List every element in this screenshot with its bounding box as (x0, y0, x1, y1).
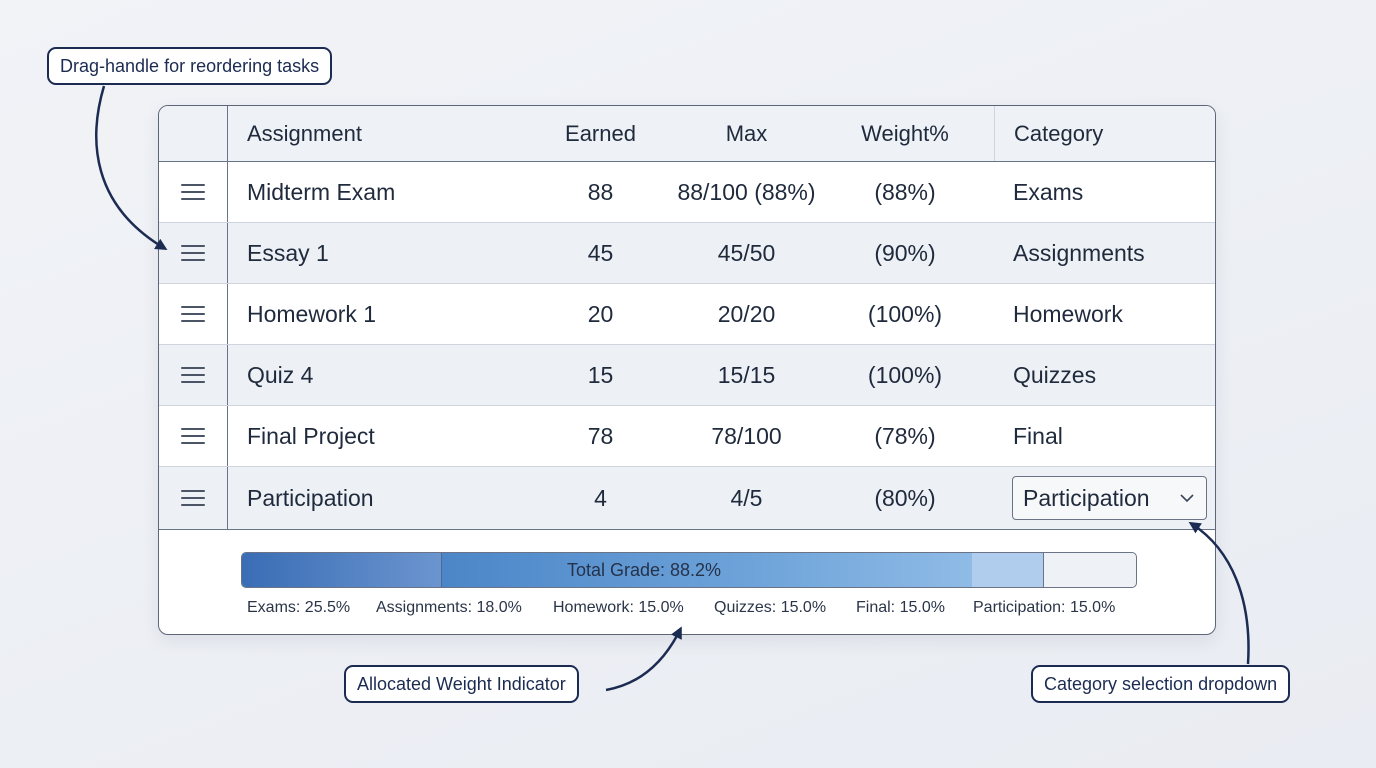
assignment-name[interactable]: Homework 1 (247, 301, 376, 327)
table-row[interactable]: Quiz 4 15 15/15 (100%) Quizzes (159, 345, 1215, 406)
header-max[interactable]: Max (726, 121, 768, 146)
callout-drag-handle: Drag-handle for reordering tasks (47, 47, 333, 85)
header-weight[interactable]: Weight% (861, 121, 949, 146)
category-dropdown[interactable]: Participation (1012, 476, 1207, 520)
max-value[interactable]: 78/100 (711, 423, 781, 449)
max-value[interactable]: 20/20 (718, 301, 776, 327)
hamburger-icon[interactable] (181, 490, 205, 506)
legend-item-participation: Participation: 15.0% (973, 599, 1116, 616)
max-value[interactable]: 15/15 (718, 362, 776, 388)
total-grade-label: Total Grade: 88.2% (566, 559, 722, 580)
weight-value: (78%) (874, 422, 936, 449)
arrow-drag-handle (95, 85, 168, 251)
earned-value[interactable]: 15 (588, 362, 614, 388)
hamburger-icon[interactable] (181, 367, 205, 383)
earned-value[interactable]: 78 (588, 423, 614, 449)
hamburger-icon[interactable] (181, 306, 205, 322)
allocated-weight-bar: Total Grade: 88.2% (241, 552, 1137, 588)
category-value[interactable]: Exams (1013, 179, 1083, 206)
weight-value: (100%) (867, 300, 943, 327)
handle-column-header (159, 106, 228, 161)
legend-item-quizzes: Quizzes: 15.0% (714, 599, 827, 616)
assignment-name[interactable]: Quiz 4 (247, 362, 313, 388)
legend-item-exams: Exams: 25.5% (247, 599, 351, 616)
table-row[interactable]: Essay 1 45 45/50 (90%) Assignments (159, 223, 1215, 284)
assignment-name[interactable]: Final Project (247, 423, 375, 449)
callout-weight-indicator: Allocated Weight Indicator (344, 665, 579, 703)
legend-item-assignments: Assignments: 18.0% (376, 599, 522, 616)
table-header: Assignment Earned Max Weight% Category (159, 106, 1215, 162)
hamburger-icon[interactable] (181, 184, 205, 200)
weight-value: (80%) (874, 484, 936, 511)
weight-value: (90%) (874, 239, 936, 266)
max-value[interactable]: 88/100 (88%) (677, 179, 815, 205)
hamburger-icon[interactable] (181, 428, 205, 444)
weight-value: (88%) (874, 178, 936, 205)
category-value[interactable]: Final (1013, 423, 1063, 450)
legend-item-homework: Homework: 15.0% (553, 599, 684, 616)
legend-item-final: Final: 15.0% (856, 599, 945, 616)
assignment-name[interactable]: Essay 1 (247, 240, 329, 266)
max-value[interactable]: 4/5 (731, 485, 763, 511)
stage: Assignment Earned Max Weight% Category M… (0, 0, 1376, 768)
weight-legend: Exams: 25.5% Assignments: 18.0% Homework… (247, 599, 1115, 617)
chevron-down-icon (1180, 493, 1194, 502)
earned-value[interactable]: 45 (588, 240, 614, 266)
header-earned[interactable]: Earned (565, 121, 636, 146)
category-value[interactable]: Homework (1013, 301, 1123, 328)
earned-value[interactable]: 20 (588, 301, 614, 327)
category-value[interactable]: Assignments (1013, 240, 1145, 267)
header-assignment[interactable]: Assignment (247, 121, 362, 146)
callout-category-dropdown: Category selection dropdown (1031, 665, 1291, 703)
category-dropdown-value: Participation (1023, 484, 1150, 511)
earned-value[interactable]: 4 (594, 485, 607, 511)
weight-value: (100%) (867, 361, 943, 388)
assignment-name[interactable]: Midterm Exam (247, 179, 395, 205)
header-category[interactable]: Category (1014, 121, 1103, 147)
table-row[interactable]: Midterm Exam 88 88/100 (88%) (88%) Exams (159, 162, 1215, 223)
hamburger-icon[interactable] (181, 245, 205, 261)
arrow-weight-indicator (605, 626, 682, 692)
max-value[interactable]: 45/50 (718, 240, 776, 266)
earned-value[interactable]: 88 (588, 179, 614, 205)
assignment-name[interactable]: Participation (247, 485, 374, 511)
table-row[interactable]: Homework 1 20 20/20 (100%) Homework (159, 284, 1215, 345)
table-row[interactable]: Participation 4 4/5 (80%) Participation (159, 467, 1215, 530)
table-row[interactable]: Final Project 78 78/100 (78%) Final (159, 406, 1215, 467)
category-value[interactable]: Quizzes (1013, 362, 1096, 389)
grade-table-card: Assignment Earned Max Weight% Category M… (158, 105, 1216, 635)
